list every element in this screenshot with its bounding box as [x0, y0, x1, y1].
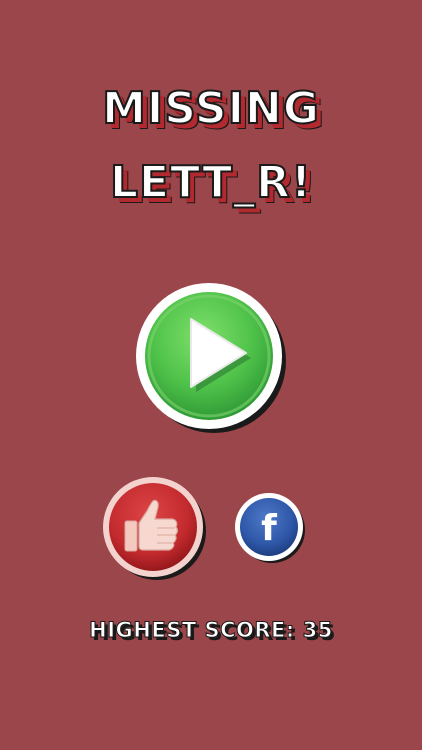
thumbs-up-icon	[103, 477, 206, 580]
game-screen: MISSING LETT_R! f HIGHEST SCORE: 35	[0, 0, 422, 750]
facebook-icon: f	[235, 493, 305, 563]
play-icon	[136, 283, 286, 433]
highest-score-label: HIGHEST SCORE:	[89, 618, 295, 643]
game-title-line-1: MISSING	[101, 83, 320, 135]
svg-text:f: f	[261, 508, 277, 549]
like-button[interactable]	[101, 475, 207, 581]
game-title-line-2: LETT_R!	[109, 157, 313, 209]
play-button[interactable]	[134, 281, 286, 433]
highest-score-value: 35	[302, 618, 333, 643]
facebook-button[interactable]: f	[234, 492, 306, 564]
highest-score: HIGHEST SCORE: 35	[0, 618, 422, 643]
